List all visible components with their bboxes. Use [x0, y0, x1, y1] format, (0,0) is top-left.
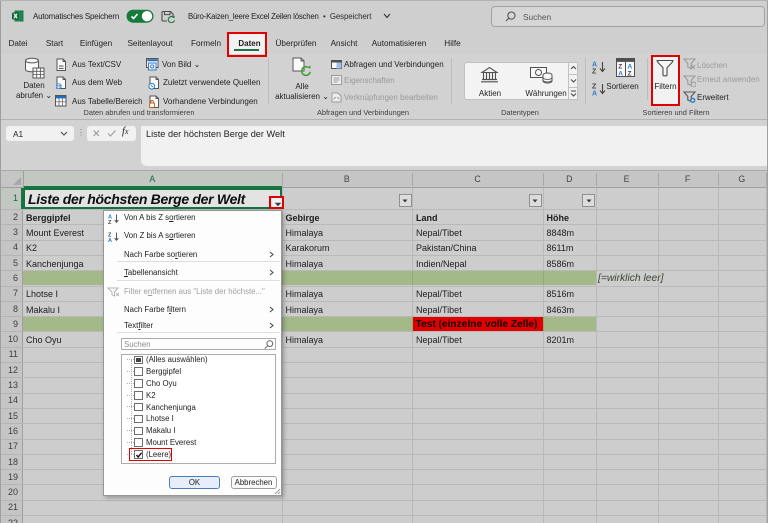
svg-text:Z: Z [628, 70, 632, 77]
svg-text:A: A [628, 63, 633, 70]
svg-text:Z: Z [618, 63, 622, 70]
svg-text:A: A [592, 91, 597, 97]
svg-text:A: A [618, 70, 623, 77]
svg-text:A: A [592, 62, 597, 69]
svg-text:A: A [108, 238, 112, 242]
svg-text:Z: Z [592, 69, 597, 75]
svg-text:Z: Z [108, 220, 112, 224]
